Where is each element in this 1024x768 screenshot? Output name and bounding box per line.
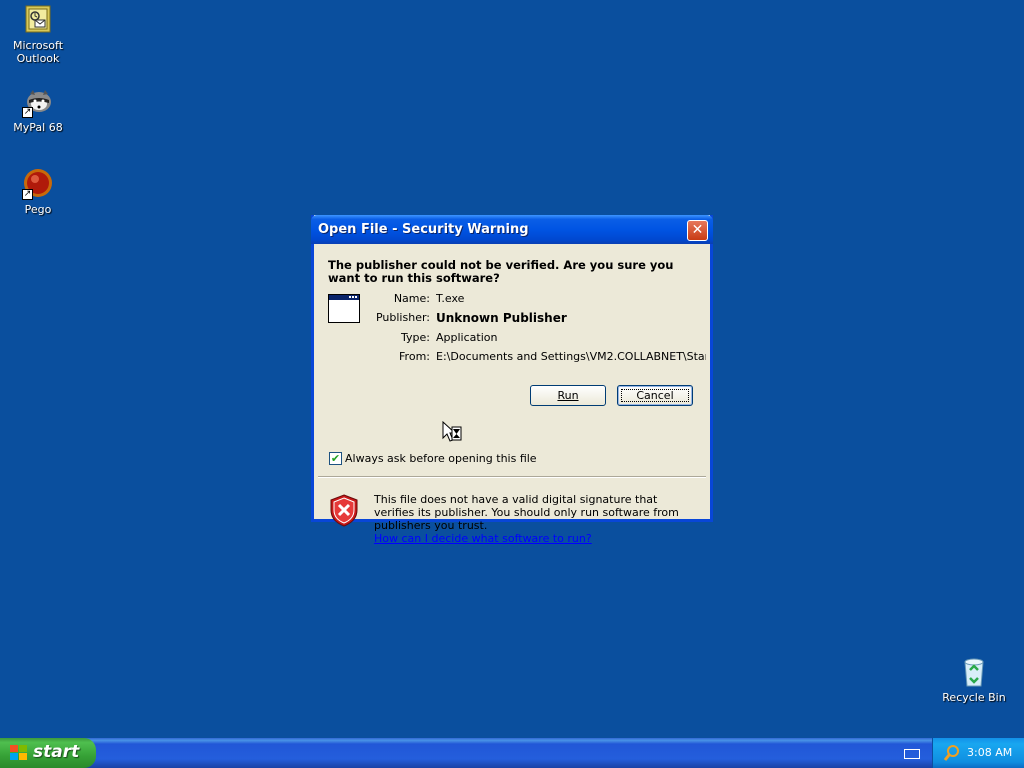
- mypal-raccoon-icon: ↗: [22, 86, 54, 118]
- publisher-value: Unknown Publisher: [436, 311, 567, 325]
- pego-icon: ↗: [22, 168, 54, 200]
- run-button[interactable]: Run: [530, 385, 606, 406]
- outlook-icon: [22, 4, 54, 36]
- desktop-icon-label: Outlook: [16, 52, 60, 65]
- security-warning-dialog: Open File - Security Warning ✕ The publi…: [311, 215, 713, 545]
- from-value: E:\Documents and Settings\VM2.COLLABNET\…: [436, 350, 706, 363]
- desktop-icon-mypal[interactable]: ↗ MyPal 68: [0, 86, 76, 134]
- type-row: Type: Application: [354, 331, 704, 347]
- security-shield-icon: [329, 494, 359, 527]
- publisher-row: Publisher: Unknown Publisher: [354, 311, 704, 327]
- system-tray: 3:08 AM: [932, 738, 1024, 768]
- checkmark-icon: ✔: [330, 452, 341, 465]
- type-value: Application: [436, 331, 498, 344]
- mouse-pointer-icon: [442, 421, 462, 442]
- dialog-title-bar[interactable]: Open File - Security Warning ✕: [311, 215, 713, 244]
- from-row: From: E:\Documents and Settings\VM2.COLL…: [354, 350, 706, 366]
- taskbar: start 3:08 AM: [0, 738, 1024, 768]
- desktop-icon-pego[interactable]: ↗ Pego: [0, 168, 76, 216]
- desktop-icon-label: Recycle Bin: [942, 691, 1006, 704]
- windows-logo-icon: [10, 745, 28, 761]
- start-label: start: [33, 742, 80, 762]
- name-value: T.exe: [436, 292, 465, 305]
- from-label: From:: [399, 350, 430, 363]
- start-button[interactable]: start: [0, 738, 96, 768]
- desktop-icon-outlook[interactable]: Microsoft Outlook: [0, 4, 76, 65]
- type-label: Type:: [401, 331, 430, 344]
- help-link[interactable]: How can I decide what software to run?: [374, 532, 592, 545]
- close-button[interactable]: ✕: [687, 220, 708, 241]
- desktop-icon-label: Microsoft: [12, 39, 64, 52]
- clock[interactable]: 3:08 AM: [967, 746, 1012, 759]
- close-icon: ✕: [691, 222, 704, 238]
- publisher-label: Publisher:: [375, 311, 430, 324]
- dialog-title: Open File - Security Warning: [318, 222, 529, 237]
- search-icon[interactable]: [943, 744, 961, 762]
- file-name-row: Name: T.exe: [354, 292, 704, 308]
- warning-message: This file does not have a valid digital …: [374, 493, 679, 532]
- always-ask-label[interactable]: Always ask before opening this file: [345, 452, 537, 465]
- desktop-icon-recycle-bin[interactable]: Recycle Bin: [940, 656, 1008, 704]
- run-button-label: Run: [557, 389, 579, 402]
- shortcut-arrow-icon: ↗: [22, 189, 33, 200]
- always-ask-checkbox[interactable]: ✔: [329, 452, 342, 465]
- shortcut-arrow-icon: ↗: [22, 107, 33, 118]
- recycle-bin-icon: [958, 656, 990, 688]
- cancel-button-label: Cancel: [636, 389, 674, 402]
- keyboard-icon[interactable]: [904, 749, 920, 759]
- signature-warning: This file does not have a valid digital …: [374, 493, 700, 545]
- name-label: Name:: [393, 292, 430, 305]
- dialog-separator: [318, 476, 706, 478]
- desktop-icon-label: MyPal 68: [13, 121, 63, 134]
- dialog-body: The publisher could not be verified. Are…: [314, 244, 710, 545]
- desktop-icon-label: Pego: [24, 203, 52, 216]
- verification-question: The publisher could not be verified. Are…: [328, 258, 674, 285]
- cancel-button[interactable]: Cancel: [617, 385, 693, 406]
